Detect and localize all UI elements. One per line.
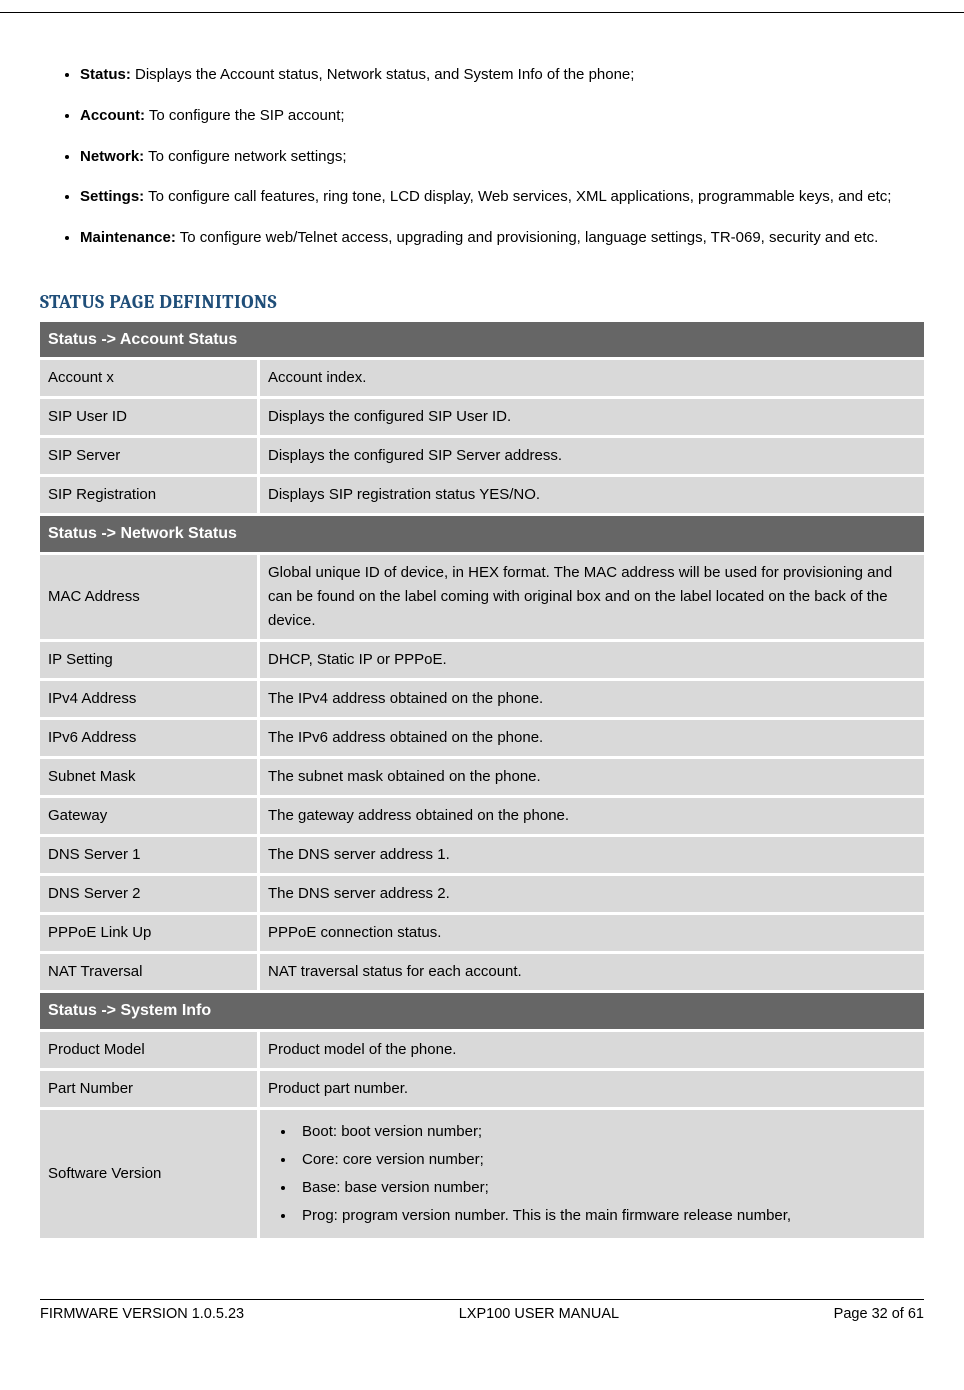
table-cell-right: The IPv4 address obtained on the phone.	[260, 681, 924, 717]
table-cell-left: MAC Address	[40, 555, 260, 639]
table-row: SIP User IDDisplays the configured SIP U…	[40, 399, 924, 435]
bullet-label: Maintenance:	[80, 229, 176, 246]
table-cell-right: The DNS server address 1.	[260, 837, 924, 873]
table-row: IP SettingDHCP, Static IP or PPPoE.	[40, 642, 924, 678]
table-cell-left: NAT Traversal	[40, 954, 260, 990]
table-row: MAC AddressGlobal unique ID of device, i…	[40, 555, 924, 639]
bullet-item: Status: Displays the Account status, Net…	[80, 63, 924, 88]
table-cell-left: SIP User ID	[40, 399, 260, 435]
table-cell-right: The DNS server address 2.	[260, 876, 924, 912]
sub-bullet-item: Prog: program version number. This is th…	[296, 1204, 916, 1228]
table-cell-left: SIP Registration	[40, 477, 260, 513]
table-section-header: Status -> System Info	[40, 993, 924, 1029]
table-cell-left: IPv4 Address	[40, 681, 260, 717]
table-cell-left: DNS Server 1	[40, 837, 260, 873]
table-section-header: Status -> Account Status	[40, 322, 924, 358]
table-cell-right: Global unique ID of device, in HEX forma…	[260, 555, 924, 639]
bullet-item: Settings: To configure call features, ri…	[80, 185, 924, 210]
page-container: Status: Displays the Account status, Net…	[0, 12, 964, 1332]
table-cell-left: Part Number	[40, 1071, 260, 1107]
table-row: SIP ServerDisplays the configured SIP Se…	[40, 438, 924, 474]
table-section-header-cell: Status -> Network Status	[40, 516, 924, 552]
bullet-label: Status:	[80, 66, 131, 83]
bullet-item: Account: To configure the SIP account;	[80, 104, 924, 129]
bullet-label: Settings:	[80, 188, 144, 205]
table-row: IPv4 AddressThe IPv4 address obtained on…	[40, 681, 924, 717]
table-cell-right: Product model of the phone.	[260, 1032, 924, 1068]
table-row: SIP RegistrationDisplays SIP registratio…	[40, 477, 924, 513]
table-cell-right: Account index.	[260, 360, 924, 396]
intro-bullet-list: Status: Displays the Account status, Net…	[40, 63, 924, 251]
definitions-table: Status -> Account StatusAccount xAccount…	[40, 319, 924, 1241]
footer-page-num: Page 32 of 61	[834, 1306, 924, 1322]
bullet-label: Network:	[80, 148, 144, 165]
bullet-text: Displays the Account status, Network sta…	[131, 66, 635, 83]
table-cell-right: Product part number.	[260, 1071, 924, 1107]
footer-firmware: FIRMWARE VERSION 1.0.5.23	[40, 1306, 244, 1322]
table-row: Product ModelProduct model of the phone.	[40, 1032, 924, 1068]
page-footer: FIRMWARE VERSION 1.0.5.23 LXP100 USER MA…	[40, 1279, 924, 1322]
sub-bullet-list: Boot: boot version number; Core: core ver…	[268, 1120, 916, 1228]
sub-bullet-item: Core: core version number;	[296, 1148, 916, 1172]
table-cell-right: PPPoE connection status.	[260, 915, 924, 951]
table-cell-left: Account x	[40, 360, 260, 396]
table-row: DNS Server 2The DNS server address 2.	[40, 876, 924, 912]
table-cell-right: Displays the configured SIP User ID.	[260, 399, 924, 435]
table-section-header-cell: Status -> Account Status	[40, 322, 924, 358]
table-row: IPv6 AddressThe IPv6 address obtained on…	[40, 720, 924, 756]
table-cell-right: The subnet mask obtained on the phone.	[260, 759, 924, 795]
table-row: DNS Server 1The DNS server address 1.	[40, 837, 924, 873]
footer-title: LXP100 USER MANUAL	[459, 1306, 619, 1322]
table-cell-left: IP Setting	[40, 642, 260, 678]
table-cell-right: The IPv6 address obtained on the phone.	[260, 720, 924, 756]
table-cell-left: Software Version	[40, 1110, 260, 1238]
bullet-text: To configure call features, ring tone, L…	[144, 188, 891, 205]
table-row: GatewayThe gateway address obtained on t…	[40, 798, 924, 834]
section-heading: STATUS PAGE DEFINITIONS	[40, 291, 924, 313]
bullet-text: To configure the SIP account;	[145, 107, 345, 124]
sub-bullet-item: Boot: boot version number;	[296, 1120, 916, 1144]
table-cell-right: Boot: boot version number; Core: core ver…	[260, 1110, 924, 1238]
table-row: NAT TraversalNAT traversal status for ea…	[40, 954, 924, 990]
table-cell-left: Subnet Mask	[40, 759, 260, 795]
bullet-item: Maintenance: To configure web/Telnet acc…	[80, 226, 924, 251]
sub-bullet-item: Base: base version number;	[296, 1176, 916, 1200]
table-cell-right: The gateway address obtained on the phon…	[260, 798, 924, 834]
table-row: Subnet MaskThe subnet mask obtained on t…	[40, 759, 924, 795]
table-section-header: Status -> Network Status	[40, 516, 924, 552]
table-cell-right: Displays the configured SIP Server addre…	[260, 438, 924, 474]
table-cell-left: Gateway	[40, 798, 260, 834]
table-cell-left: SIP Server	[40, 438, 260, 474]
bullet-label: Account:	[80, 107, 145, 124]
bullet-text: To configure web/Telnet access, upgradin…	[176, 229, 878, 246]
table-cell-left: Product Model	[40, 1032, 260, 1068]
table-row: Software VersionBoot: boot version numbe…	[40, 1110, 924, 1238]
table-cell-left: PPPoE Link Up	[40, 915, 260, 951]
table-cell-right: DHCP, Static IP or PPPoE.	[260, 642, 924, 678]
table-cell-left: DNS Server 2	[40, 876, 260, 912]
table-row: Account xAccount index.	[40, 360, 924, 396]
table-cell-right: Displays SIP registration status YES/NO.	[260, 477, 924, 513]
bullet-text: To configure network settings;	[144, 148, 346, 165]
table-row: PPPoE Link UpPPPoE connection status.	[40, 915, 924, 951]
table-row: Part NumberProduct part number.	[40, 1071, 924, 1107]
table-cell-right: NAT traversal status for each account.	[260, 954, 924, 990]
table-cell-left: IPv6 Address	[40, 720, 260, 756]
table-section-header-cell: Status -> System Info	[40, 993, 924, 1029]
bullet-item: Network: To configure network settings;	[80, 145, 924, 170]
